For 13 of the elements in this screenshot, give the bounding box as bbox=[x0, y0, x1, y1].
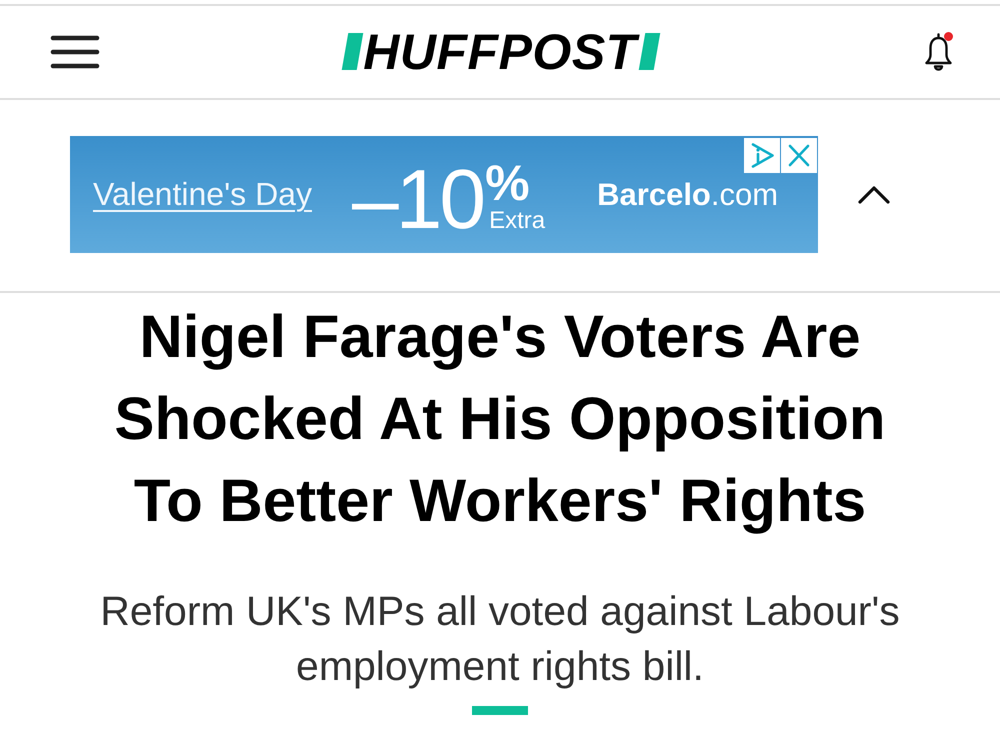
ad-brand: Barcelo.com bbox=[597, 176, 778, 212]
ad-discount: –10 bbox=[352, 156, 484, 240]
ad-discount-note: Extra bbox=[489, 208, 546, 234]
chevron-up-icon[interactable] bbox=[858, 186, 890, 204]
logo[interactable]: HUFFPOST bbox=[343, 27, 659, 77]
subheading: Reform UK's MPs all voted against Labour's employment rights bill. bbox=[99, 587, 901, 691]
ad-headline: Valentine's Day bbox=[93, 176, 312, 213]
bell-icon[interactable] bbox=[925, 32, 952, 72]
adchoices-icon[interactable] bbox=[744, 138, 780, 173]
menu-icon[interactable] bbox=[50, 35, 100, 69]
ad-percent: % bbox=[485, 160, 530, 206]
close-icon[interactable] bbox=[781, 138, 817, 173]
headline: Nigel Farage's Voters Are Shocked At His Opposition To Better Workers' Rights bbox=[113, 302, 887, 536]
